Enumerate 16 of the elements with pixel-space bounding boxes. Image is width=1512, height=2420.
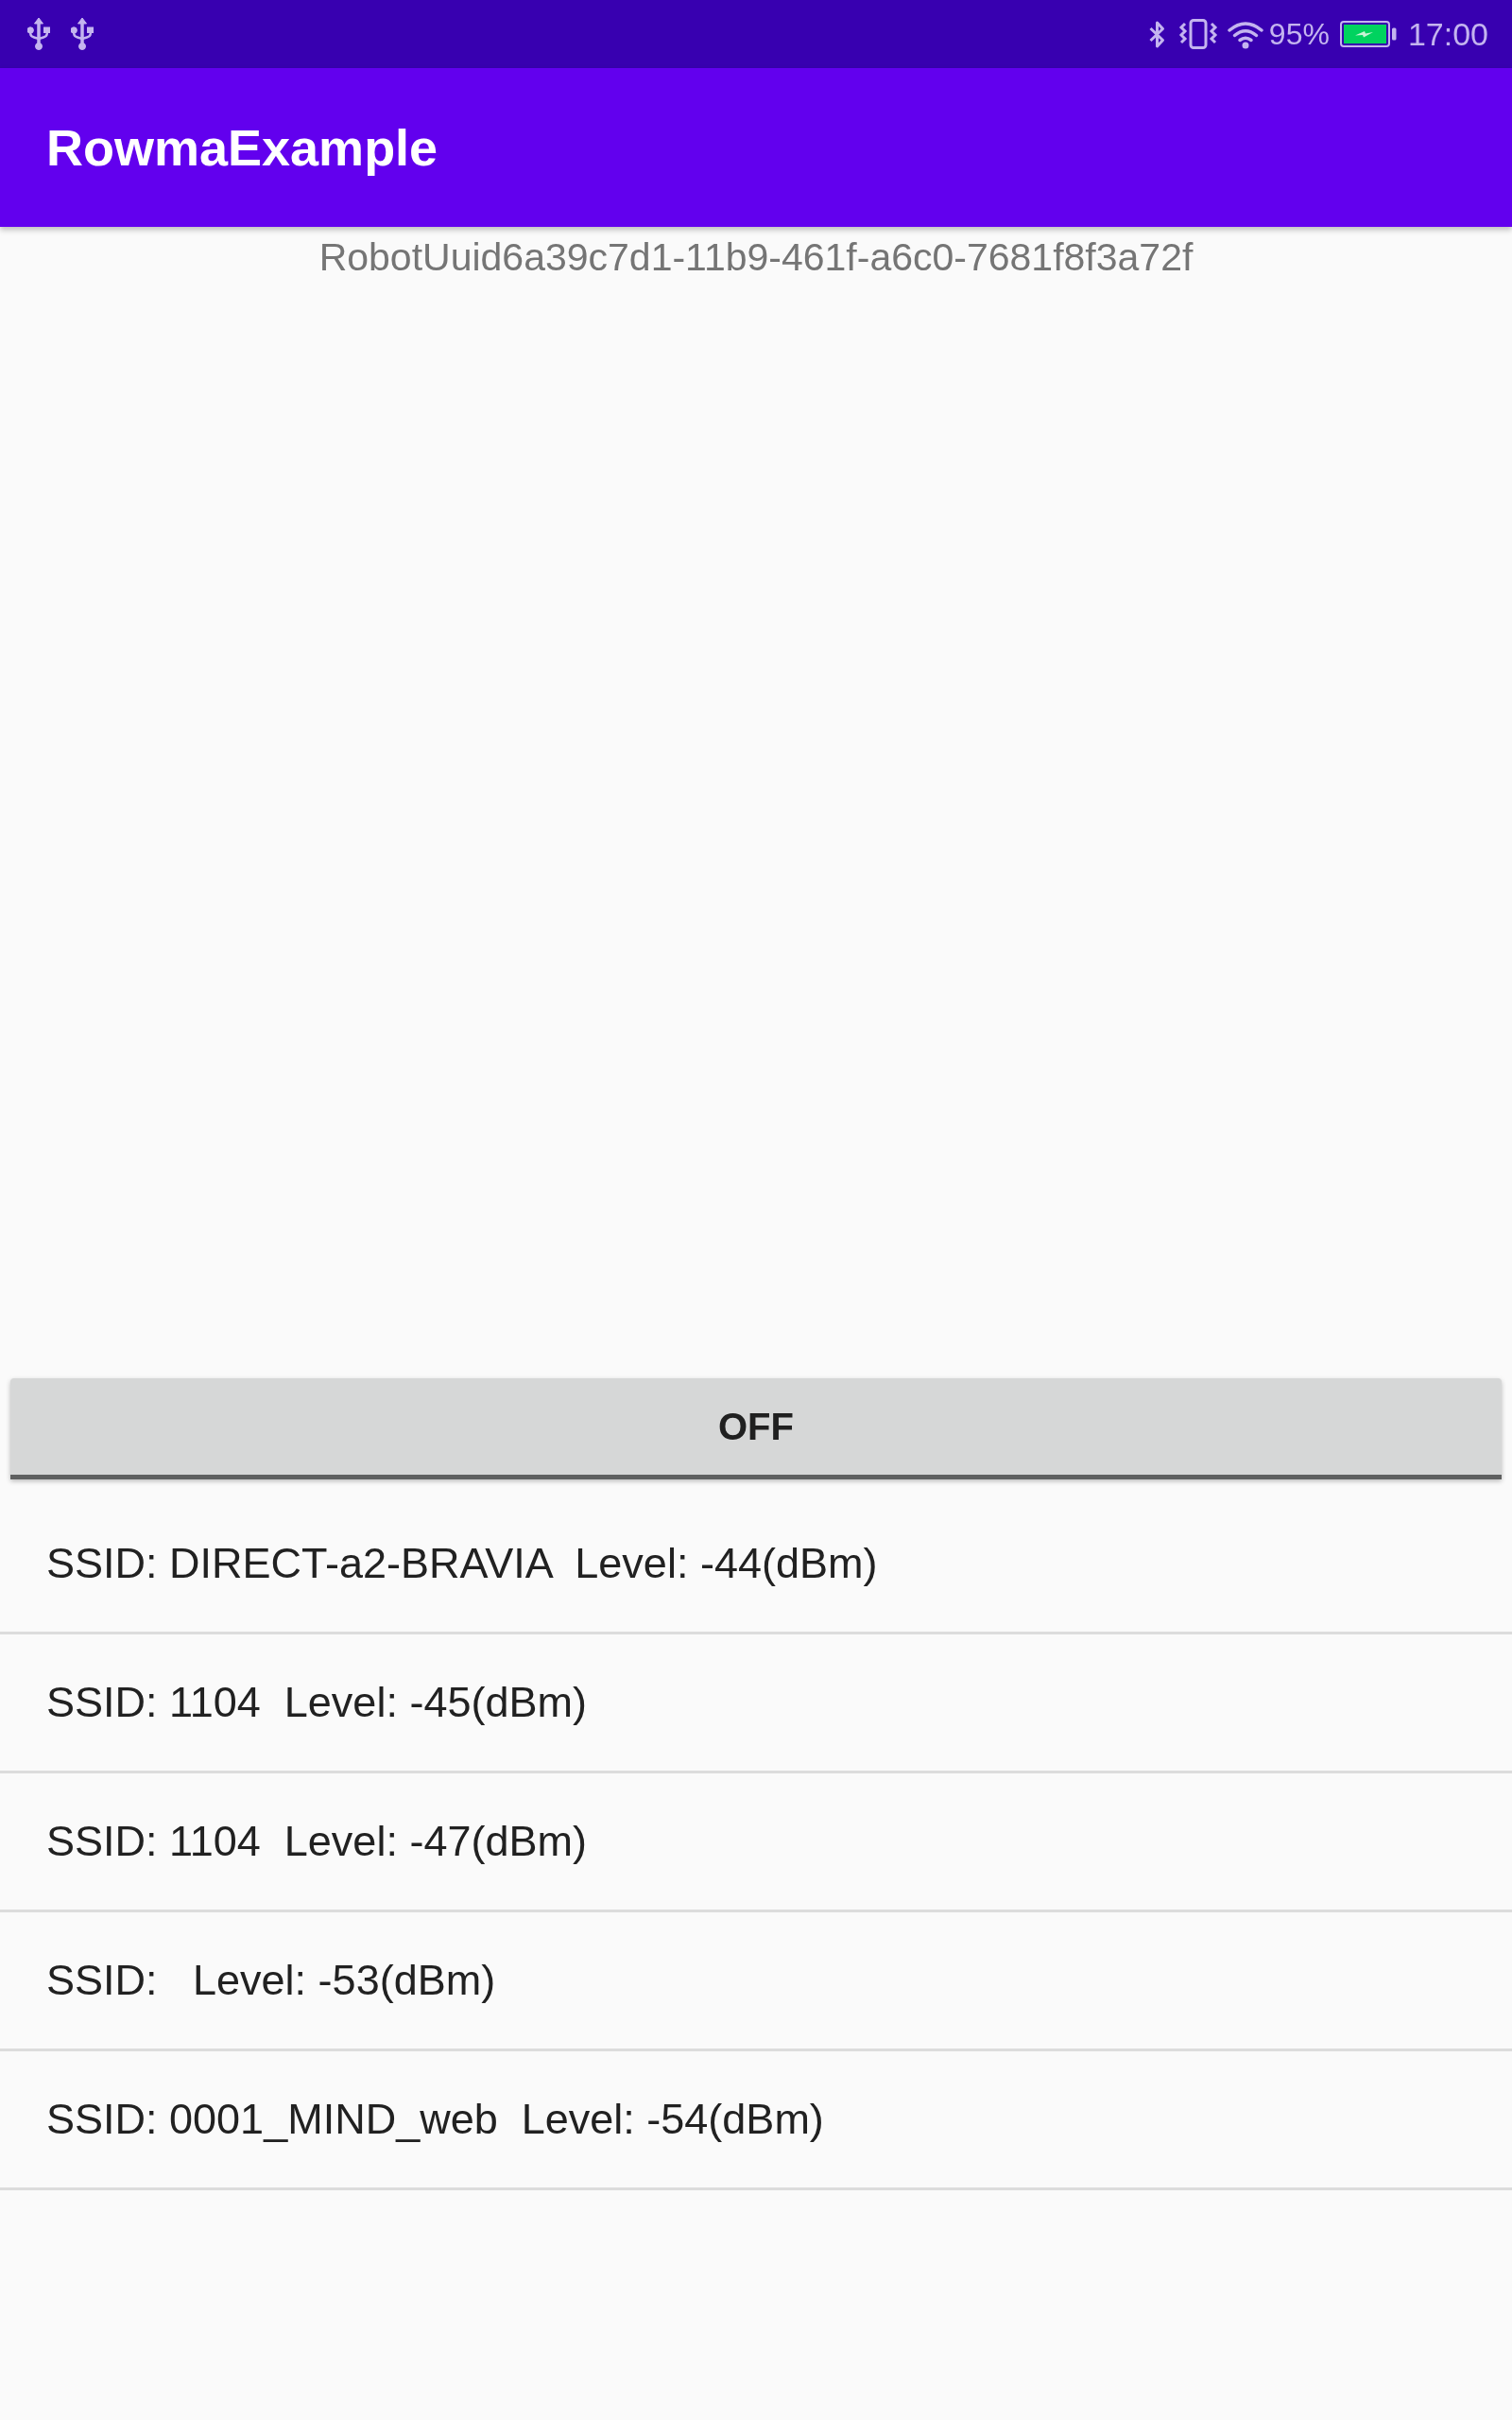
wifi-list-item[interactable]: SSID: 1104 Level: -45(dBm) [0, 1634, 1512, 1773]
clock-time: 17:00 [1407, 15, 1488, 53]
toggle-button[interactable]: OFF [10, 1378, 1502, 1479]
app-title: RowmaExample [46, 118, 438, 177]
wifi-list-item[interactable]: SSID: 0001_MIND_web Level: -54(dBm) [0, 2051, 1512, 2190]
robot-uuid-text: RobotUuid6a39c7d1-11b9-461f-a6c0-7681f8f3a72f [318, 234, 1194, 280]
battery-charging-icon [1339, 21, 1397, 47]
bluetooth-icon [1147, 19, 1167, 49]
wifi-list-item[interactable]: SSID: Level: -53(dBm) [0, 1912, 1512, 2051]
wifi-list-item[interactable]: SSID: DIRECT-a2-BRAVIA Level: -44(dBm) [0, 1495, 1512, 1634]
usb-icon [27, 18, 50, 50]
wifi-list-item[interactable]: SSID: 1104 Level: -47(dBm) [0, 1773, 1512, 1912]
usb-icon [71, 18, 94, 50]
wifi-icon [1227, 19, 1263, 49]
battery-percent: 95% [1268, 16, 1330, 53]
vibrate-icon [1177, 19, 1218, 49]
